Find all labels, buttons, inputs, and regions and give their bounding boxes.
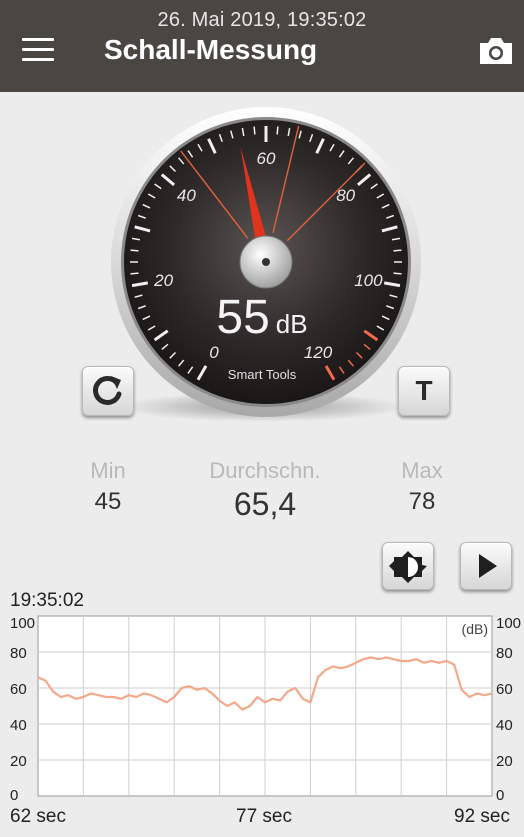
chart-y-tick-right: 80 (496, 645, 513, 662)
camera-icon[interactable] (477, 35, 515, 67)
gauge-reading: 55 dB (0, 290, 524, 345)
chart-timestamp: 19:35:02 (10, 590, 84, 611)
stat-max-value: 78 (408, 488, 436, 515)
hamburger-menu-icon[interactable] (22, 38, 54, 64)
stat-min-label: Min (90, 458, 126, 483)
gauge-scale-label: 40 (177, 186, 196, 205)
gauge-tick (393, 272, 402, 275)
stat-max: Max 78 (382, 458, 462, 516)
play-icon (479, 554, 497, 578)
gauge-unit: dB (275, 309, 308, 339)
gauge-tick (130, 272, 139, 275)
gauge-scale-label: 20 (153, 271, 173, 290)
chart-y-tick-right: 20 (496, 753, 513, 770)
gauge-scale-label: 120 (304, 343, 333, 362)
brightness-button[interactable] (382, 542, 434, 590)
chart-y-tick-left: 100 (10, 615, 35, 632)
chart-y-tick-right: 60 (496, 681, 513, 698)
app-bar: 26. Mai 2019, 19:35:02 Schall-Messung (0, 0, 524, 92)
refresh-icon (93, 376, 122, 405)
gauge-tick (253, 126, 256, 135)
chart-x-label: 77 sec (236, 806, 292, 827)
chart-y-tick-left: 0 (10, 787, 18, 804)
chart-x-label: 62 sec (10, 806, 66, 827)
chart-y-tick-right: 40 (496, 717, 513, 734)
stat-average-value: 65,4 (233, 486, 297, 522)
stat-average: Durchschn. 65,4 (190, 458, 340, 523)
gauge-scale-label: 0 (209, 343, 219, 362)
gauge-scale-label: 60 (257, 149, 276, 168)
chart-y-tick-left: 80 (10, 645, 27, 662)
gauge-value: 55 (216, 291, 270, 344)
noise-history-chart: 100 100 80 80 60 60 40 40 20 20 0 0 (dB) (0, 610, 524, 837)
play-button[interactable] (460, 542, 512, 590)
stat-average-label: Durchschn. (209, 458, 321, 483)
measurement-datetime: 26. Mai 2019, 19:35:02 (157, 9, 367, 31)
chart-y-tick-right: 100 (496, 615, 521, 632)
gauge-tick (393, 249, 402, 252)
chart-x-label: 92 sec (454, 806, 510, 827)
chart-y-tick-left: 20 (10, 753, 27, 770)
stat-min: Min 45 (68, 458, 148, 516)
stat-max-label: Max (401, 458, 443, 483)
stat-min-value: 45 (94, 488, 122, 515)
t-button[interactable]: T (398, 366, 450, 416)
chart-unit-label: (dB) (462, 621, 488, 637)
chart-y-tick-left: 60 (10, 681, 27, 698)
gauge-tick (130, 249, 139, 252)
gauge-tick (276, 126, 279, 135)
chart-plot: 100 100 80 80 60 60 40 40 20 20 0 0 (dB) (10, 615, 521, 804)
page-title: Schall-Messung (104, 34, 318, 65)
chart-y-tick-right: 0 (496, 787, 504, 804)
brightness-icon (389, 551, 427, 583)
gauge-scale-label: 100 (354, 271, 383, 290)
reset-button[interactable] (82, 366, 134, 416)
chart-y-tick-left: 40 (10, 717, 27, 734)
